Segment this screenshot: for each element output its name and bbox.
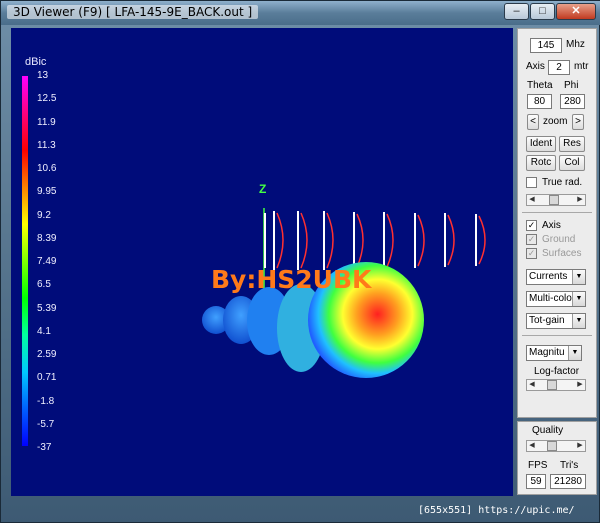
- tris-value: 21280: [550, 474, 586, 489]
- rad-slider[interactable]: ◀ ▶: [526, 194, 586, 206]
- axis-check-label: Axis: [542, 220, 561, 231]
- chevron-down-icon: ▼: [572, 292, 585, 306]
- title-bar[interactable]: 3D Viewer (F9) [ LFA-145-9E_BACK.out ] –…: [1, 1, 600, 25]
- gain-dropdown[interactable]: Tot-gain ▼: [526, 313, 586, 329]
- footer-caption: [655x551] https://upic.me/: [418, 505, 575, 516]
- chevron-down-icon: ▼: [572, 314, 585, 328]
- zoom-in-button[interactable]: >: [572, 114, 584, 130]
- slider-thumb[interactable]: [547, 380, 557, 390]
- z-axis-label: Z: [259, 182, 267, 196]
- slider-left-icon: ◀: [529, 381, 535, 388]
- divider: [522, 335, 592, 336]
- phi-label: Phi: [564, 80, 579, 91]
- axis-length-label: Axis: [526, 61, 545, 72]
- window-title: 3D Viewer (F9) [ LFA-145-9E_BACK.out ]: [7, 5, 259, 19]
- surfaces-label: Surfaces: [542, 248, 582, 259]
- antenna-elements: [264, 211, 486, 270]
- rotc-button[interactable]: Rotc: [526, 155, 556, 171]
- close-button[interactable]: ✕: [556, 3, 596, 20]
- control-panel: 145 Mhz Axis 2 mtr Theta Phi 80 280 < zo…: [517, 28, 597, 418]
- theta-label: Theta: [527, 80, 553, 91]
- slider-right-icon: ▶: [577, 196, 583, 203]
- slider-right-icon: ▶: [577, 442, 583, 449]
- watermark-text: By:HS2UBK: [211, 265, 372, 294]
- pattern-render: [202, 208, 486, 378]
- ground-checkbox[interactable]: ✓: [526, 234, 537, 245]
- true-rad-checkbox[interactable]: [526, 177, 537, 188]
- color-mode-dropdown[interactable]: Multi-colo ▼: [526, 291, 586, 307]
- viewer-window: 3D Viewer (F9) [ LFA-145-9E_BACK.out ] –…: [0, 0, 600, 523]
- zoom-label: zoom: [543, 116, 568, 127]
- color-mode-value: Multi-colo: [529, 293, 572, 304]
- theta-input[interactable]: 80: [527, 94, 552, 109]
- slider-left-icon: ◀: [529, 442, 535, 449]
- phi-input[interactable]: 280: [560, 94, 585, 109]
- true-rad-label: True rad.: [542, 177, 583, 188]
- log-factor-slider[interactable]: ◀ ▶: [526, 379, 586, 391]
- magnitude-value: Magnitu: [529, 347, 565, 358]
- slider-thumb[interactable]: [547, 441, 557, 451]
- frequency-input[interactable]: 145: [530, 38, 562, 53]
- chevron-down-icon: ▼: [568, 346, 581, 360]
- chevron-down-icon: ▼: [572, 270, 585, 284]
- maximize-button[interactable]: □: [530, 3, 555, 20]
- ground-label: Ground: [542, 234, 576, 245]
- quality-slider[interactable]: ◀ ▶: [526, 440, 586, 452]
- col-button[interactable]: Col: [559, 155, 585, 171]
- 3d-viewport[interactable]: dBic 13 12.5 11.9 11.3 10.6 9.95 9.2 8.39 7.49 6.…: [11, 28, 513, 496]
- slider-right-icon: ▶: [577, 381, 583, 388]
- fps-label: FPS: [528, 460, 548, 471]
- quality-label: Quality: [532, 425, 564, 436]
- currents-dropdown[interactable]: Currents ▼: [526, 269, 586, 285]
- currents-value: Currents: [529, 271, 568, 282]
- minimize-button[interactable]: –: [504, 3, 529, 20]
- log-factor-label: Log-factor: [534, 366, 580, 377]
- gain-value: Tot-gain: [529, 315, 565, 326]
- res-button[interactable]: Res: [559, 136, 585, 152]
- divider: [522, 212, 592, 213]
- axis-length-unit: mtr: [574, 61, 589, 72]
- tris-label: Tri's: [560, 460, 579, 471]
- fps-value: 59: [526, 474, 546, 489]
- zoom-out-button[interactable]: <: [527, 114, 539, 130]
- ident-button[interactable]: Ident: [526, 136, 556, 152]
- magnitude-dropdown[interactable]: Magnitu ▼: [526, 345, 582, 361]
- quality-panel: Quality ◀ ▶ FPS Tri's 59 21280: [517, 421, 597, 495]
- surfaces-checkbox[interactable]: ✓: [526, 248, 537, 259]
- axis-length-input[interactable]: 2: [548, 60, 570, 75]
- slider-left-icon: ◀: [529, 196, 535, 203]
- frequency-unit: Mhz: [566, 39, 585, 50]
- slider-thumb[interactable]: [549, 195, 559, 205]
- axis-checkbox[interactable]: ✓: [526, 220, 537, 231]
